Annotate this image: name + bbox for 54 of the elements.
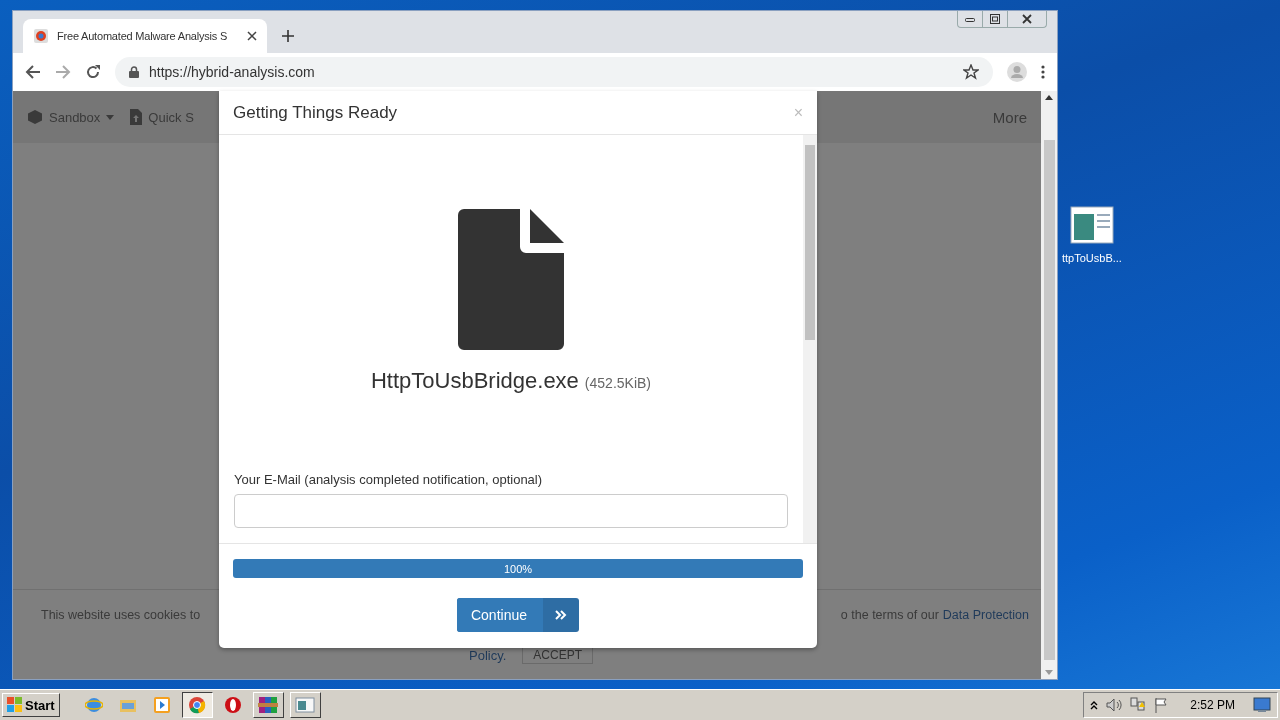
chrome-icon bbox=[188, 696, 207, 714]
file-size: (452.5KiB) bbox=[584, 375, 651, 391]
browser-tab[interactable]: Free Automated Malware Analysis S bbox=[23, 19, 267, 53]
url-text: https://hybrid-analysis.com bbox=[149, 64, 316, 80]
restore-icon[interactable] bbox=[990, 14, 1000, 24]
back-icon[interactable] bbox=[25, 64, 41, 80]
cube-icon bbox=[27, 109, 43, 125]
chevron-up-icon[interactable] bbox=[1090, 700, 1099, 710]
opera-icon bbox=[223, 696, 242, 714]
close-icon[interactable] bbox=[247, 31, 257, 41]
close-button[interactable]: × bbox=[793, 103, 803, 122]
close-icon[interactable] bbox=[1022, 14, 1032, 24]
scroll-up-icon[interactable] bbox=[1045, 95, 1053, 100]
site-favicon bbox=[33, 28, 49, 44]
file-upload-icon bbox=[130, 109, 143, 125]
email-field[interactable] bbox=[234, 494, 788, 528]
nav-link[interactable]: More bbox=[992, 108, 1027, 126]
double-chevron-icon bbox=[555, 610, 567, 620]
document-thumbnail-icon[interactable] bbox=[1069, 206, 1114, 244]
window-icon bbox=[295, 697, 316, 713]
reload-icon[interactable] bbox=[85, 64, 101, 80]
modal-title: Getting Things Ready bbox=[233, 102, 398, 123]
minimize-icon[interactable] bbox=[965, 16, 975, 22]
network-icon[interactable] bbox=[1130, 697, 1147, 713]
lock-icon bbox=[129, 66, 139, 78]
nav-link[interactable]: Quick S bbox=[130, 109, 194, 125]
start-button[interactable]: Start bbox=[2, 693, 60, 717]
cookie-text: This website uses cookies to bbox=[41, 608, 201, 622]
continue-button[interactable]: Continue bbox=[456, 598, 579, 632]
archive-icon bbox=[258, 696, 279, 714]
email-label: Your E-Mail (analysis completed notification, optional) bbox=[234, 472, 544, 487]
nav-link[interactable]: Sandbox bbox=[27, 109, 115, 125]
progress-label: 100% bbox=[503, 562, 533, 575]
new-tab-icon[interactable] bbox=[281, 29, 295, 43]
menu-icon[interactable] bbox=[1041, 65, 1045, 79]
modal-scrollbar[interactable] bbox=[803, 135, 817, 543]
data-protection-link[interactable]: Data Protection bbox=[942, 608, 1029, 622]
speaker-icon[interactable] bbox=[1106, 698, 1123, 712]
file-icon bbox=[458, 209, 564, 350]
show-desktop-icon[interactable] bbox=[1253, 697, 1271, 713]
play-icon bbox=[152, 696, 171, 714]
page-scrollbar[interactable] bbox=[1041, 91, 1057, 679]
windows-logo-icon bbox=[7, 697, 23, 713]
policy-link[interactable]: Policy. bbox=[469, 647, 507, 663]
tab-title: Free Automated Malware Analysis S bbox=[57, 30, 229, 42]
taskbar-button[interactable] bbox=[181, 692, 213, 718]
clock[interactable]: 2:52 PM bbox=[1190, 698, 1235, 712]
file-name: HttpToUsbBridge.exe bbox=[370, 368, 579, 394]
address-bar[interactable]: https://hybrid-analysis.com bbox=[115, 57, 993, 87]
flag-icon[interactable] bbox=[1154, 697, 1169, 713]
star-icon[interactable] bbox=[963, 64, 979, 80]
caret-icon bbox=[106, 114, 115, 120]
cookie-text: o the terms of our bbox=[840, 608, 939, 622]
desktop-icon-label: ttpToUsbB... bbox=[1062, 252, 1122, 264]
